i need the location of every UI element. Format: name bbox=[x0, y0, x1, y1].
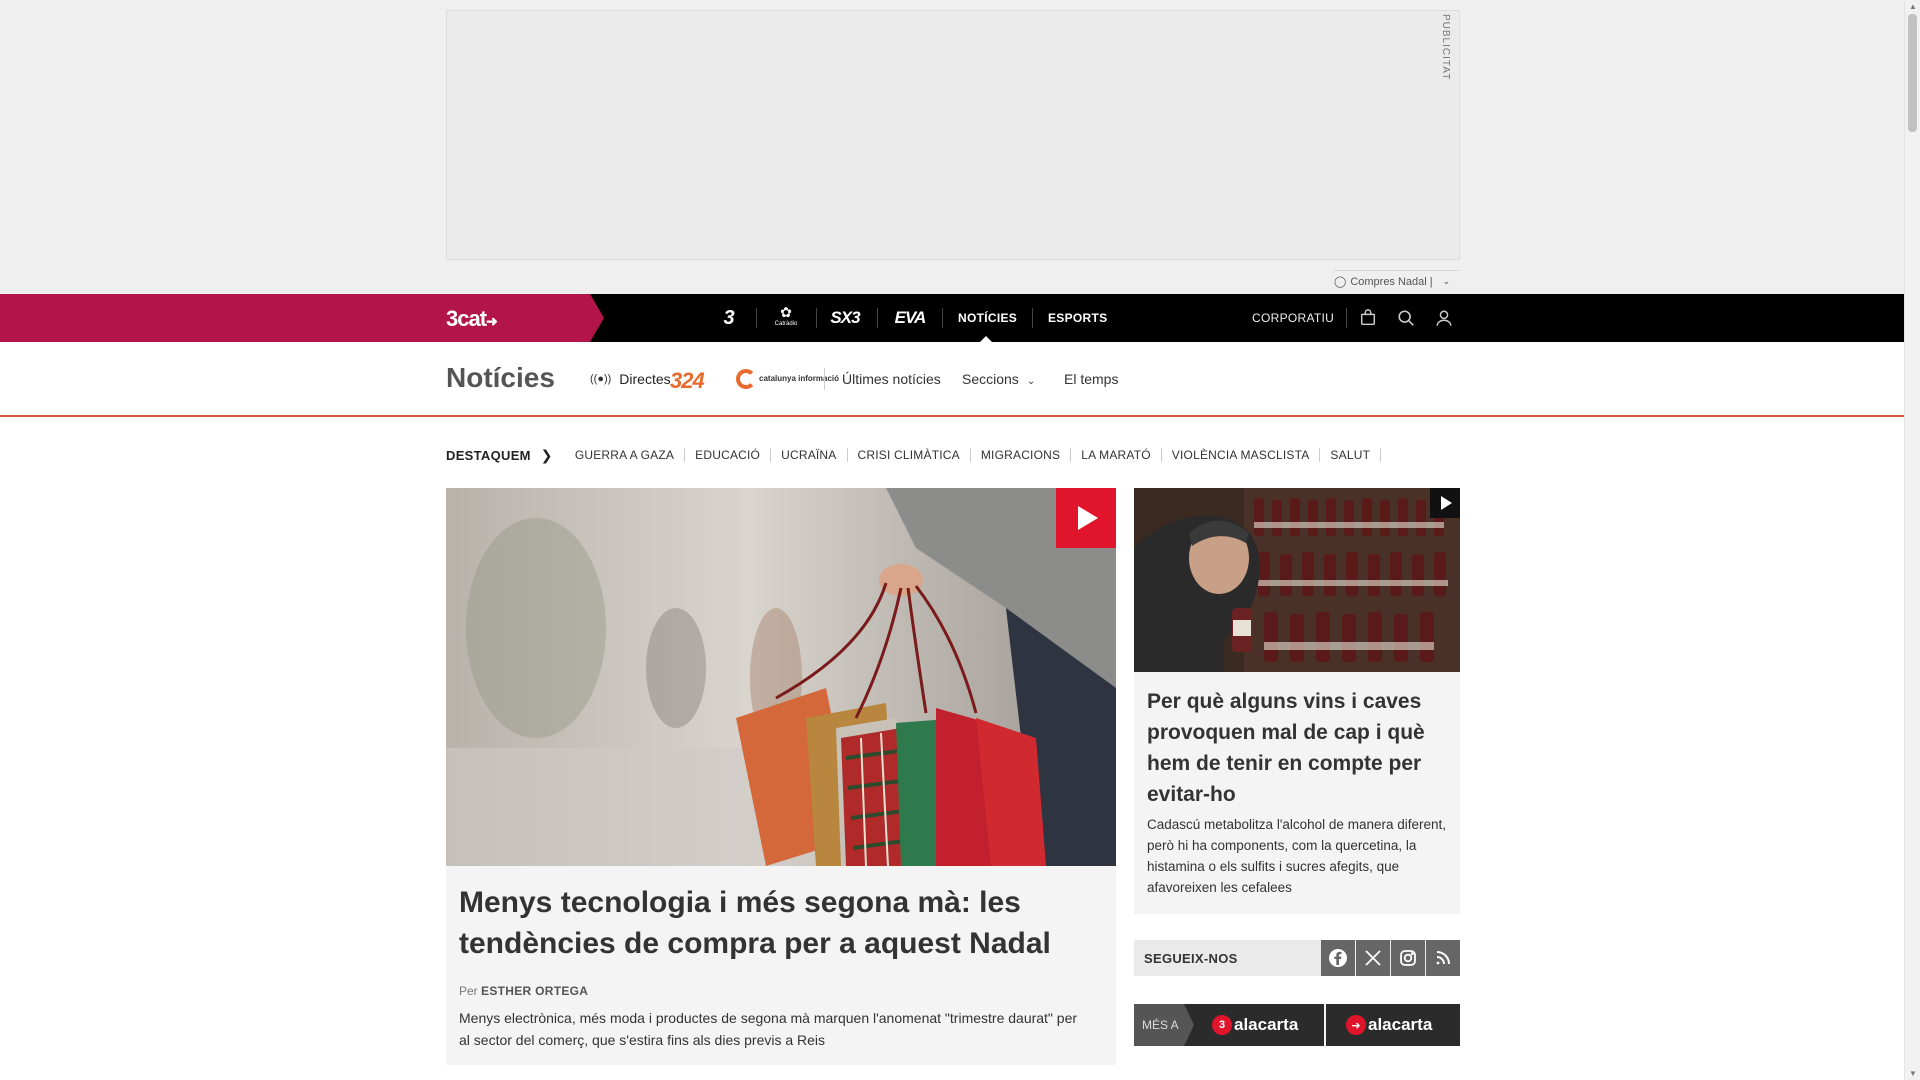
nav-separator bbox=[1346, 308, 1347, 328]
brand-logo-3cat[interactable]: 3cat➜ bbox=[446, 306, 498, 332]
catinfo-logo-icon bbox=[736, 369, 756, 389]
highlight-item[interactable]: LA MARATÓ bbox=[1071, 448, 1162, 462]
tag-icon: ◯ bbox=[1334, 276, 1347, 288]
highlight-item[interactable]: CRISI CLIMÀTICA bbox=[848, 448, 971, 462]
scroll-down-arrow-icon[interactable]: ▼ bbox=[1909, 1069, 1917, 1078]
seccions-dropdown[interactable]: Seccions ⌄ bbox=[962, 371, 1035, 387]
nav-corporatiu[interactable]: CORPORATIU bbox=[1252, 294, 1334, 342]
byline: Per ESTHER ORTEGA bbox=[459, 984, 588, 998]
section-title[interactable]: Notícies bbox=[446, 362, 555, 394]
seccions-label: Seccions bbox=[962, 371, 1019, 387]
main-story-card[interactable]: Menys tecnologia i més segona mà: les te… bbox=[446, 488, 1116, 1065]
directes-link[interactable]: ((●)) Directes bbox=[590, 371, 671, 387]
play-icon bbox=[1078, 506, 1098, 530]
channel-eva-label: EVA bbox=[894, 308, 927, 327]
channel-eva[interactable]: EVA bbox=[890, 294, 930, 342]
wine-shelf-illustration bbox=[1134, 488, 1460, 672]
top-nav: 3cat➜ 3 ✿ Catràdio SX3 EVA NOTÍCIES ESPOR… bbox=[0, 294, 1904, 342]
main-story-image[interactable] bbox=[446, 488, 1116, 866]
channel-tv3-label: 3 bbox=[723, 306, 735, 329]
catradio-badge-icon: ➜ bbox=[1346, 1015, 1366, 1035]
ad-banner[interactable] bbox=[446, 10, 1460, 260]
highlight-item[interactable]: VIOLÈNCIA MASCLISTA bbox=[1162, 448, 1321, 462]
rss-icon[interactable] bbox=[1426, 940, 1460, 976]
side-story-image[interactable] bbox=[1134, 488, 1460, 672]
byline-prefix: Per bbox=[459, 984, 478, 998]
live-broadcast-icon: ((●)) bbox=[590, 373, 612, 385]
page: PUBLICITAT ◯ Compres Nadal | ⌄ ▲ ▼ 3cat➜… bbox=[0, 0, 1920, 1080]
catradio-logo-icon: ✿ bbox=[780, 304, 792, 320]
channel-catradio[interactable]: ✿ Catràdio bbox=[770, 294, 802, 342]
side-story-title[interactable]: Per què alguns vins i caves provoquen ma… bbox=[1147, 686, 1447, 810]
scroll-up-arrow-icon[interactable]: ▲ bbox=[1909, 2, 1917, 11]
ad-band: PUBLICITAT ◯ Compres Nadal | ⌄ bbox=[0, 0, 1904, 294]
scroll-thumb[interactable] bbox=[1908, 14, 1917, 132]
highlights-title[interactable]: DESTAQUEM ❯ bbox=[446, 447, 565, 464]
alacarta-separator bbox=[1324, 1004, 1326, 1046]
logo-324-text: 324 bbox=[670, 368, 705, 393]
channel-separator bbox=[756, 308, 757, 328]
channel-sx3[interactable]: SX3 bbox=[826, 294, 864, 342]
chevron-right-icon: ❯ bbox=[540, 446, 553, 463]
nav-esports[interactable]: ESPORTS bbox=[1048, 294, 1107, 342]
brand-arrow-icon: ➜ bbox=[486, 313, 498, 329]
follow-us-label: SEGUEIX-NOS bbox=[1144, 951, 1238, 966]
main-story-summary: Menys electrònica, més moda i productes … bbox=[459, 1010, 1078, 1048]
ultimes-noticies-link[interactable]: Últimes notícies bbox=[842, 371, 941, 387]
ad-label: PUBLICITAT bbox=[1440, 14, 1451, 81]
channel-separator bbox=[816, 308, 817, 328]
follow-us-bar: SEGUEIX-NOS bbox=[1134, 940, 1460, 976]
x-icon[interactable] bbox=[1356, 940, 1390, 976]
alacarta-bar: MÉS A 3 alacarta ➜ alacarta bbox=[1134, 1004, 1460, 1046]
highlight-item[interactable]: GUERRA A GAZA bbox=[565, 448, 686, 462]
channel-catradio-label: Catràdio bbox=[774, 321, 798, 327]
play-video-button[interactable] bbox=[1056, 488, 1116, 548]
chevron-down-icon: ⌄ bbox=[1026, 376, 1036, 387]
scrollbar[interactable]: ▲ ▼ bbox=[1904, 0, 1920, 1080]
mes-a-label: MÉS A bbox=[1134, 1004, 1194, 1046]
alacarta-logo-2: alacarta bbox=[1368, 1015, 1433, 1034]
el-temps-link[interactable]: El temps bbox=[1064, 371, 1118, 387]
highlights-bar: DESTAQUEM ❯ GUERRA A GAZA EDUCACIÓ UCRAÏN… bbox=[446, 446, 1382, 464]
play-icon bbox=[1440, 496, 1452, 510]
user-icon[interactable] bbox=[1432, 306, 1456, 330]
directes-label: Directes bbox=[619, 371, 671, 387]
logo-324[interactable]: 324 bbox=[670, 368, 705, 394]
shopping-bags-illustration bbox=[446, 488, 1116, 866]
play-video-button-small[interactable] bbox=[1430, 488, 1460, 518]
highlight-item[interactable]: EDUCACIÓ bbox=[685, 448, 772, 462]
nav-noticies[interactable]: NOTÍCIES bbox=[958, 294, 1017, 342]
channel-separator bbox=[877, 308, 878, 328]
instagram-icon[interactable] bbox=[1391, 940, 1425, 976]
ad-footer-text: Compres Nadal | bbox=[1350, 275, 1433, 288]
highlight-item[interactable]: MIGRACIONS bbox=[971, 448, 1072, 462]
facebook-icon[interactable] bbox=[1321, 940, 1355, 976]
catinfo-logo-text: catalunya informació bbox=[759, 374, 840, 383]
channel-separator bbox=[942, 308, 943, 328]
highlights-title-label: DESTAQUEM bbox=[446, 447, 531, 463]
brand-block bbox=[0, 294, 604, 342]
alacarta-logo-1: alacarta bbox=[1234, 1015, 1299, 1034]
catradio-alacarta-link[interactable]: ➜ alacarta bbox=[1346, 1004, 1432, 1046]
ad-topic-selector[interactable]: ◯ Compres Nadal | ⌄ bbox=[1334, 270, 1460, 290]
tv3-alacarta-link[interactable]: 3 alacarta bbox=[1212, 1004, 1298, 1046]
tv3-badge-icon: 3 bbox=[1212, 1015, 1232, 1035]
channel-sx3-label: SX3 bbox=[830, 308, 860, 327]
section-divider bbox=[824, 368, 825, 390]
chevron-down-icon: ⌄ bbox=[1442, 276, 1451, 286]
side-story-summary: Cadascú metabolitza l'alcohol de manera … bbox=[1147, 817, 1446, 895]
highlight-item[interactable]: SALUT bbox=[1320, 448, 1382, 462]
section-header: Notícies ((●)) Directes 324 catalunya in… bbox=[0, 342, 1904, 417]
channel-tv3[interactable]: 3 bbox=[714, 294, 744, 342]
main-story-title[interactable]: Menys tecnologia i més segona mà: les te… bbox=[459, 882, 1099, 964]
brand-logo-text: 3cat bbox=[446, 306, 487, 331]
channel-separator bbox=[1032, 308, 1033, 328]
highlight-item[interactable]: UCRAÏNA bbox=[771, 448, 848, 462]
side-story-card[interactable]: Per què alguns vins i caves provoquen ma… bbox=[1134, 488, 1460, 914]
author-name[interactable]: ESTHER ORTEGA bbox=[481, 984, 588, 998]
search-icon[interactable] bbox=[1394, 306, 1418, 330]
shop-bag-icon[interactable] bbox=[1356, 306, 1380, 330]
